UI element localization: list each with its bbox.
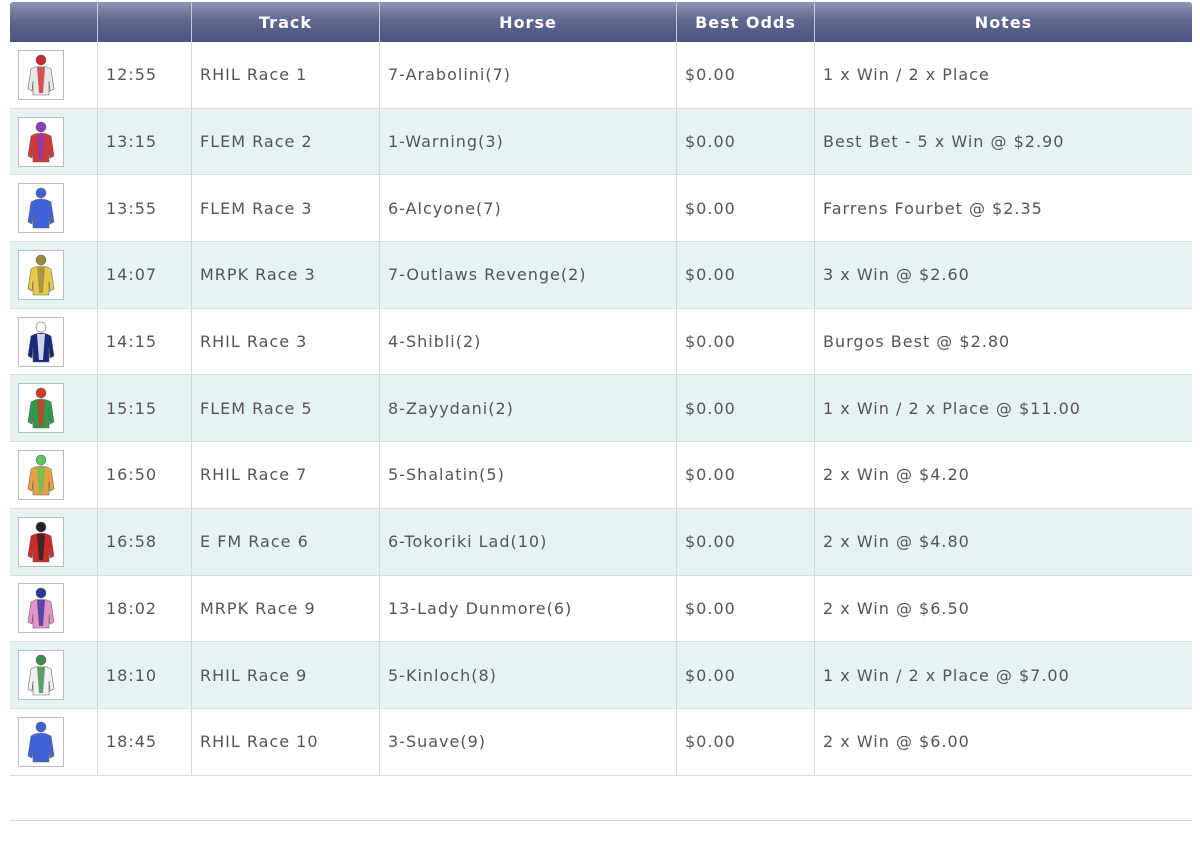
silk-cell <box>10 108 98 175</box>
track-cell: RHIL Race 1 <box>192 42 380 108</box>
notes-cell: 2 x Win @ $6.50 <box>823 598 970 618</box>
odds-cell: $0.00 <box>677 242 815 308</box>
table-row[interactable]: 18:10 RHIL Race 9 5-Kinloch(8) $0.00 1 x Win… <box>10 642 1192 709</box>
notes-cell: 3 x Win @ $2.60 <box>823 265 970 285</box>
silk-cell <box>10 508 98 575</box>
jockey-silk-icon <box>18 449 64 500</box>
odds-cell: $0.00 <box>677 442 815 508</box>
odds-cell: $0.00 <box>677 308 815 375</box>
horse-cell: 13-Lady Dunmore(6) <box>380 575 677 642</box>
header-silk <box>10 2 98 42</box>
horse-cell: 5-Shalatin(5) <box>380 442 677 508</box>
jockey-silk-icon <box>18 116 64 167</box>
silk-cell <box>10 42 98 108</box>
notes-cell: Best Bet - 5 x Win @ $2.90 <box>823 132 1065 152</box>
horse-cell: 7-Arabolini(7) <box>380 42 677 108</box>
notes-cell: 2 x Win @ $6.00 <box>823 732 970 752</box>
horse-cell: 6-Tokoriki Lad(10) <box>380 508 677 575</box>
header-horse[interactable]: Horse <box>380 2 677 42</box>
silk-cell <box>10 642 98 708</box>
tips-table: Track Horse Best Odds Notes 12:55 RHIL Ra… <box>10 2 1192 776</box>
silk-cell <box>10 175 98 242</box>
odds-cell: $0.00 <box>677 642 815 708</box>
track-cell: E FM Race 6 <box>192 508 380 575</box>
time-cell: 15:15 <box>98 375 192 442</box>
silk-cell <box>10 442 98 508</box>
track-cell: FLEM Race 2 <box>192 108 380 175</box>
odds-cell: $0.00 <box>677 175 815 242</box>
odds-cell: $0.00 <box>677 42 815 108</box>
odds-cell: $0.00 <box>677 575 815 642</box>
table-row[interactable]: 14:07 MRPK Race 3 7-Outlaws Revenge(2) $0.0… <box>10 242 1192 309</box>
time-cell: 16:50 <box>98 442 192 508</box>
header-track[interactable]: Track <box>192 2 380 42</box>
track-cell: MRPK Race 9 <box>192 575 380 642</box>
time-cell: 16:58 <box>98 508 192 575</box>
time-cell: 14:07 <box>98 242 192 308</box>
track-cell: RHIL Race 10 <box>192 708 380 775</box>
time-cell: 14:15 <box>98 308 192 375</box>
horse-cell: 5-Kinloch(8) <box>380 642 677 708</box>
table-row[interactable]: 14:15 RHIL Race 3 4-Shibli(2) $0.00 Burgos B… <box>10 308 1192 376</box>
notes-cell: 1 x Win / 2 x Place @ $11.00 <box>823 398 1081 418</box>
silk-cell <box>10 375 98 442</box>
horse-cell: 6-Alcyone(7) <box>380 175 677 242</box>
table-row[interactable]: 18:45 RHIL Race 10 3-Suave(9) $0.00 2 x Win … <box>10 708 1192 776</box>
jockey-silk-icon <box>18 49 64 100</box>
horse-cell: 8-Zayydani(2) <box>380 375 677 442</box>
time-cell: 18:10 <box>98 642 192 708</box>
header-best-odds[interactable]: Best Odds <box>677 2 815 42</box>
notes-cell: Burgos Best @ $2.80 <box>823 332 1011 352</box>
notes-cell: 2 x Win @ $4.80 <box>823 532 970 552</box>
horse-cell: 4-Shibli(2) <box>380 308 677 375</box>
table-row[interactable]: 16:58 E FM Race 6 6-Tokoriki Lad(10) $0.00 2… <box>10 508 1192 576</box>
odds-cell: $0.00 <box>677 375 815 442</box>
notes-cell: 1 x Win / 2 x Place <box>823 65 990 85</box>
track-cell: RHIL Race 9 <box>192 642 380 708</box>
table-row[interactable]: 13:55 FLEM Race 3 6-Alcyone(7) $0.00 Farrens… <box>10 175 1192 243</box>
jockey-silk-icon <box>18 383 64 434</box>
table-row[interactable]: 13:15 FLEM Race 2 1-Warning(3) $0.00 Best Be… <box>10 108 1192 176</box>
silk-cell <box>10 575 98 642</box>
jockey-silk-icon <box>18 650 64 701</box>
track-cell: FLEM Race 3 <box>192 175 380 242</box>
time-cell: 18:45 <box>98 708 192 775</box>
horse-cell: 7-Outlaws Revenge(2) <box>380 242 677 308</box>
silk-cell <box>10 242 98 308</box>
time-cell: 18:02 <box>98 575 192 642</box>
footer-divider <box>10 820 1192 821</box>
notes-cell: Farrens Fourbet @ $2.35 <box>823 198 1043 218</box>
silk-cell <box>10 708 98 775</box>
odds-cell: $0.00 <box>677 708 815 775</box>
jockey-silk-icon <box>18 249 64 300</box>
jockey-silk-icon <box>18 316 64 367</box>
table-row[interactable]: 12:55 RHIL Race 1 7-Arabolini(7) $0.00 1 x W… <box>10 42 1192 109</box>
jockey-silk-icon <box>18 583 64 634</box>
header-notes[interactable]: Notes <box>815 2 1192 42</box>
jockey-silk-icon <box>18 516 64 567</box>
horse-cell: 3-Suave(9) <box>380 708 677 775</box>
table-header: Track Horse Best Odds Notes <box>10 2 1192 42</box>
table-row[interactable]: 18:02 MRPK Race 9 13-Lady Dunmore(6) $0.00 2… <box>10 575 1192 643</box>
time-cell: 13:15 <box>98 108 192 175</box>
time-cell: 12:55 <box>98 42 192 108</box>
notes-cell: 2 x Win @ $4.20 <box>823 465 970 485</box>
track-cell: RHIL Race 3 <box>192 308 380 375</box>
track-cell: FLEM Race 5 <box>192 375 380 442</box>
silk-cell <box>10 308 98 375</box>
track-cell: MRPK Race 3 <box>192 242 380 308</box>
table-row[interactable]: 15:15 FLEM Race 5 8-Zayydani(2) $0.00 1 x Wi… <box>10 375 1192 443</box>
jockey-silk-icon <box>18 183 64 234</box>
odds-cell: $0.00 <box>677 508 815 575</box>
header-time <box>98 2 192 42</box>
table-body: 12:55 RHIL Race 1 7-Arabolini(7) $0.00 1 x W… <box>10 42 1192 776</box>
horse-cell: 1-Warning(3) <box>380 108 677 175</box>
odds-cell: $0.00 <box>677 108 815 175</box>
time-cell: 13:55 <box>98 175 192 242</box>
table-row[interactable]: 16:50 RHIL Race 7 5-Shalatin(5) $0.00 2 x Wi… <box>10 442 1192 509</box>
jockey-silk-icon <box>18 716 64 767</box>
track-cell: RHIL Race 7 <box>192 442 380 508</box>
notes-cell: 1 x Win / 2 x Place @ $7.00 <box>823 665 1070 685</box>
